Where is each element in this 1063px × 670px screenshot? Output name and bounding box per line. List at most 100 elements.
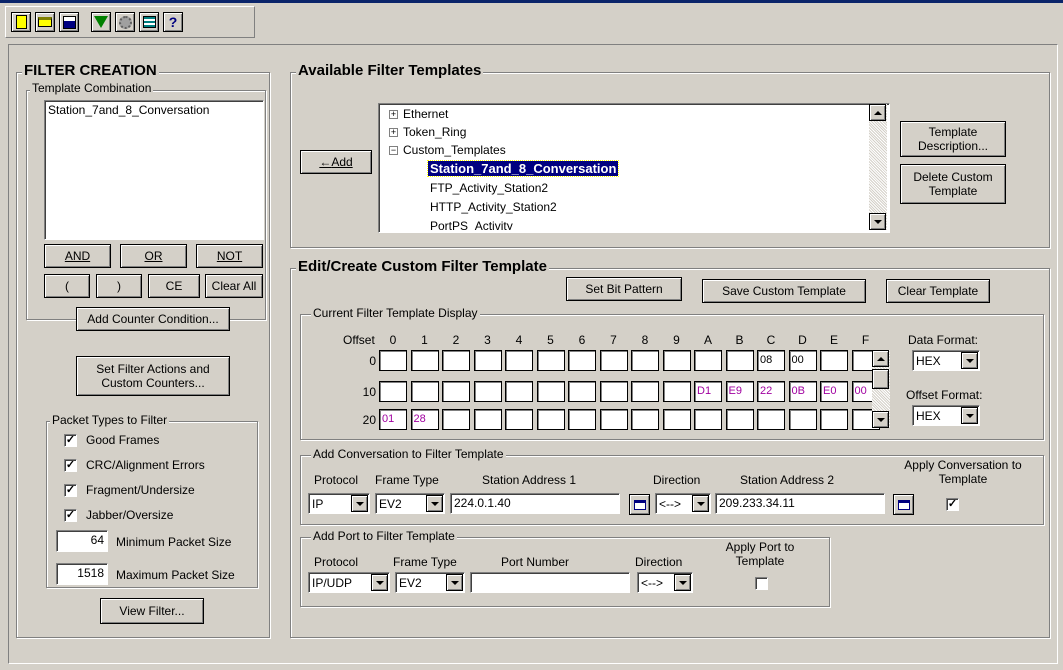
hex-cell[interactable] [442,409,470,430]
tree-item-ftp-activity-station2[interactable]: FTP_Activity_Station2 [430,181,548,195]
not-button[interactable]: NOT [196,244,263,268]
hex-cell[interactable] [410,381,439,402]
scroll-down-icon[interactable] [869,213,886,230]
hex-cell[interactable] [694,350,722,371]
scroll-up-icon[interactable] [872,350,889,367]
hex-cell[interactable] [568,409,596,430]
add-counter-condition-button[interactable]: Add Counter Condition... [76,307,230,331]
maximum-packet-size-input[interactable]: 1518 [56,563,108,585]
hex-cell[interactable] [631,350,659,371]
hex-cell[interactable] [820,409,848,430]
or-button[interactable]: OR [120,244,187,268]
hex-cell[interactable] [379,381,407,402]
hex-cell[interactable] [725,350,754,371]
hex-cell[interactable] [599,350,628,371]
station-address-1-input[interactable]: 224.0.1.40 [450,493,620,514]
hex-cell[interactable] [505,381,533,402]
open-paren-button[interactable]: ( [44,274,90,298]
template-description-button[interactable]: Template Description... [900,121,1006,157]
expand-icon[interactable]: + [389,128,398,137]
scroll-thumb[interactable] [872,369,889,389]
add-template-button[interactable]: ← Add [300,150,372,174]
port-protocol-select[interactable]: IP/UDP [308,572,390,593]
delete-custom-template-button[interactable]: Delete Custom Template [900,164,1006,204]
address-book-icon[interactable] [629,494,650,515]
hex-cell[interactable]: 22 [757,381,785,402]
hex-cell[interactable] [820,350,848,371]
expand-icon[interactable]: + [389,110,398,119]
chevron-down-icon[interactable] [371,574,388,591]
conversation-protocol-select[interactable]: IP [308,493,370,514]
crc-alignment-checkbox[interactable]: ✓ [64,459,77,472]
hex-cell[interactable] [662,409,691,430]
tree-item-ethernet[interactable]: Ethernet [403,107,448,121]
collapse-icon[interactable]: − [389,146,398,155]
hex-cell[interactable] [505,409,533,430]
and-button[interactable]: AND [44,244,111,268]
fragment-undersize-checkbox[interactable]: ✓ [64,484,77,497]
view-filter-button[interactable]: View Filter... [100,598,204,624]
station-address-2-input[interactable]: 209.233.34.11 [715,493,885,514]
hex-cell[interactable] [442,381,470,402]
tree-item-portps-activity[interactable]: PortPS_Activity [430,219,513,230]
hex-cell[interactable] [757,409,785,430]
jabber-oversize-checkbox[interactable]: ✓ [64,509,77,522]
save-icon[interactable] [59,12,79,32]
minimum-packet-size-input[interactable]: 64 [56,530,108,552]
tree-item-custom-templates[interactable]: Custom_Templates [403,143,506,157]
set-filter-actions-button[interactable]: Set Filter Actions and Custom Counters..… [76,356,230,396]
apply-port-checkbox[interactable] [755,577,768,590]
hex-grid-scrollbar[interactable] [872,350,890,428]
hex-cell[interactable] [505,350,533,371]
hex-cell[interactable]: D1 [694,381,722,402]
hex-cell[interactable]: 00 [788,350,817,371]
hex-cell[interactable] [379,350,407,371]
hex-cell[interactable] [473,381,502,402]
conversation-frame-type-select[interactable]: EV2 [375,493,445,514]
good-frames-checkbox[interactable]: ✓ [64,434,77,447]
apply-conversation-checkbox[interactable]: ✓ [946,498,959,511]
hex-cell[interactable] [536,350,565,371]
hex-cell[interactable]: 08 [757,350,785,371]
new-icon[interactable] [11,12,31,32]
clear-template-button[interactable]: Clear Template [886,279,990,303]
hex-cell[interactable] [725,409,754,430]
port-number-input[interactable] [470,572,630,593]
tree-item-http-activity-station2[interactable]: HTTP_Activity_Station2 [430,200,557,214]
hex-cell[interactable]: E9 [725,381,754,402]
hex-cell[interactable] [568,381,596,402]
hex-cell[interactable] [536,409,565,430]
hex-cell[interactable] [788,409,817,430]
hex-cell[interactable] [568,350,596,371]
hex-cell[interactable] [473,409,502,430]
tree-item-token-ring[interactable]: Token_Ring [403,125,466,139]
template-list-icon[interactable] [139,12,159,32]
chevron-down-icon[interactable] [961,407,978,424]
gear-icon[interactable] [115,12,135,32]
hex-cell[interactable] [599,409,628,430]
hex-cell[interactable]: 28 [410,409,439,430]
hex-cell[interactable] [536,381,565,402]
tree-item-station-7and-8-conversation[interactable]: Station_7and_8_Conversation [426,160,620,177]
hex-cell[interactable]: E0 [820,381,848,402]
set-bit-pattern-button[interactable]: Set Bit Pattern [566,277,682,301]
hex-cell[interactable]: 01 [379,409,407,430]
hex-cell[interactable] [631,409,659,430]
chevron-down-icon[interactable] [961,352,978,369]
close-paren-button[interactable]: ) [96,274,142,298]
tree-scrollbar[interactable] [869,104,887,230]
hex-cell[interactable] [662,381,691,402]
clear-all-button[interactable]: Clear All [205,274,263,298]
hex-cell[interactable] [473,350,502,371]
hex-cell[interactable] [442,350,470,371]
open-icon[interactable] [35,12,55,32]
filter-icon[interactable] [91,12,111,32]
scroll-down-icon[interactable] [872,411,889,428]
hex-cell[interactable] [410,350,439,371]
offset-format-select[interactable]: HEX [912,405,980,426]
template-tree[interactable]: + Ethernet + Token_Ring − Custom_Templat… [378,103,890,233]
conversation-direction-select[interactable]: <--> [655,493,711,514]
data-format-select[interactable]: HEX [912,350,980,371]
template-combination-box[interactable]: Station_7and_8_Conversation [44,100,264,240]
port-direction-select[interactable]: <--> [637,572,693,593]
